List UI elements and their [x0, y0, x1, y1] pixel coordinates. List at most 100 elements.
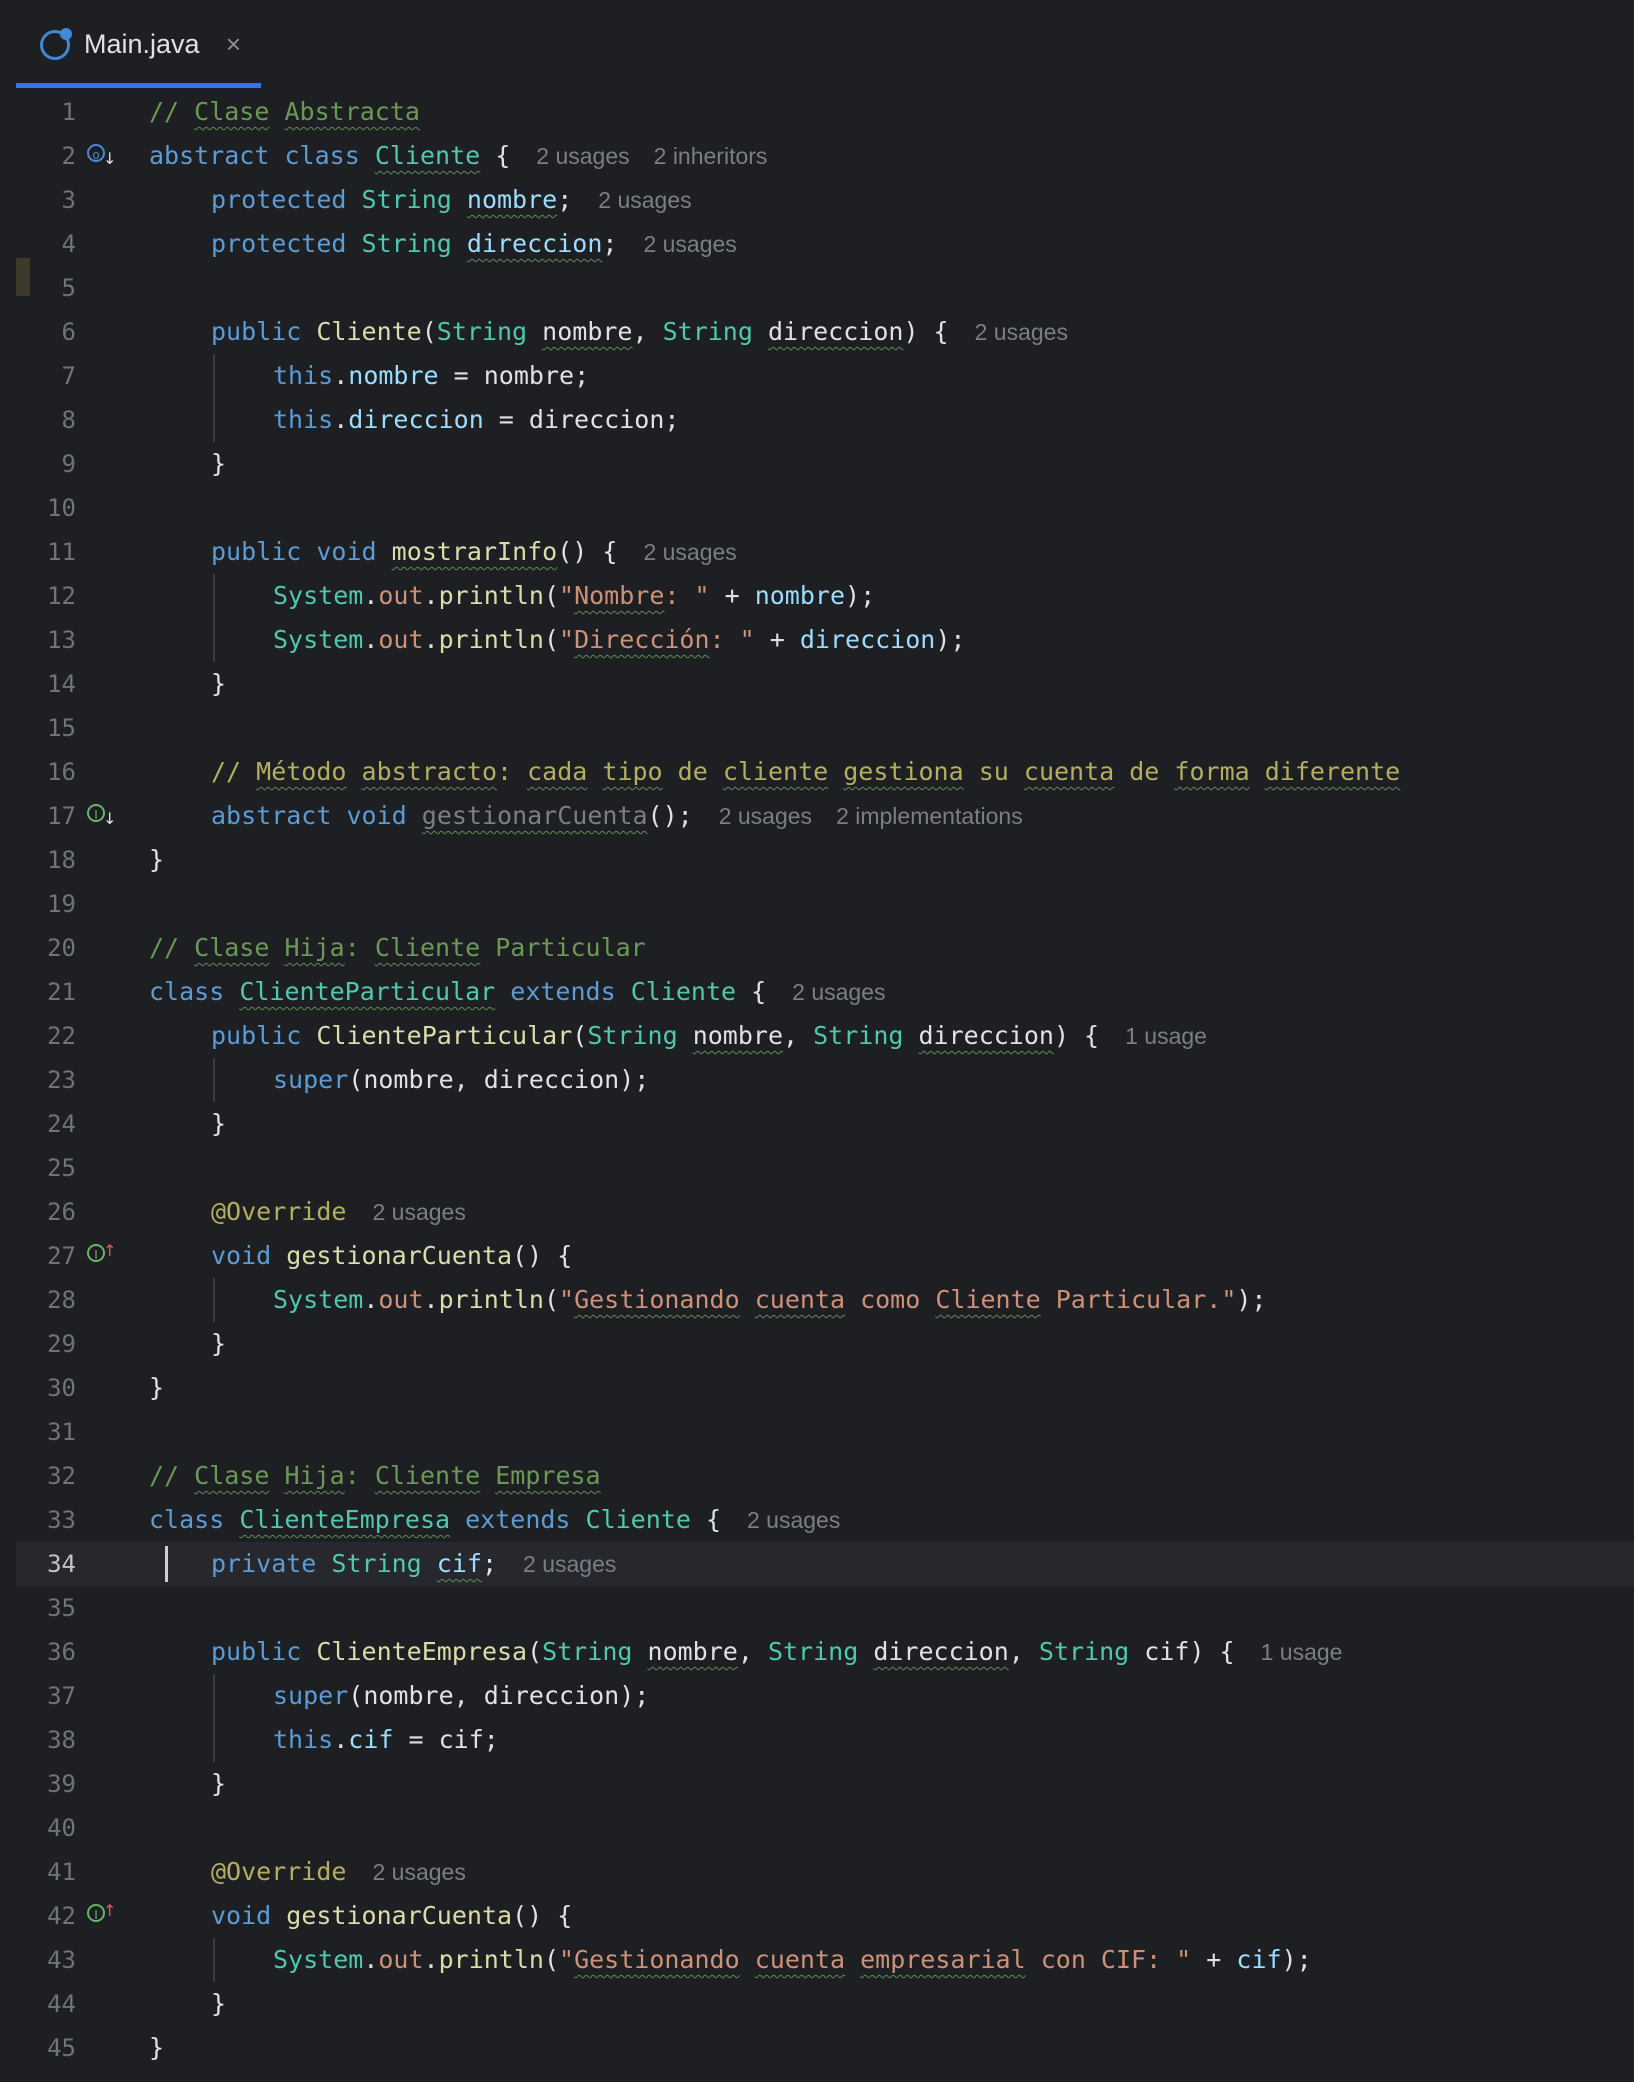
code-text[interactable]	[149, 1806, 1634, 1850]
code-line[interactable]: 9}	[16, 442, 1634, 486]
code-text[interactable]: }	[149, 662, 1634, 706]
code-line[interactable]: 34 private String cif; 2 usages	[16, 1542, 1634, 1586]
code-text[interactable]: System.out.println("Nombre: " + nombre);	[149, 574, 1634, 618]
code-line[interactable]: 13 System.out.println("Dirección: " + dir…	[16, 618, 1634, 662]
code-text[interactable]: System.out.println("Dirección: " + direc…	[149, 618, 1634, 662]
code-text[interactable]	[149, 1586, 1634, 1630]
code-line[interactable]: 32 // Clase Hija: Cliente Empresa	[16, 1454, 1634, 1498]
code-text[interactable]: // Método abstracto: cada tipo de client…	[149, 750, 1634, 794]
code-text[interactable]: super(nombre, direccion);	[149, 1058, 1634, 1102]
code-line[interactable]: 6 public Cliente(String nombre, String di…	[16, 310, 1634, 354]
code-line[interactable]: 45}	[16, 2026, 1634, 2070]
code-text[interactable]: class ClienteParticular extends Cliente …	[149, 970, 1634, 1014]
code-line[interactable]: 35	[16, 1586, 1634, 1630]
code-line[interactable]: 28 System.out.println("Gestionando cuenta…	[16, 1278, 1634, 1322]
code-text[interactable]: }	[149, 2026, 1634, 2070]
code-line[interactable]: 25	[16, 1146, 1634, 1190]
code-line[interactable]: 29}	[16, 1322, 1634, 1366]
usage-hint[interactable]: 2 usages	[975, 319, 1068, 345]
usage-hint[interactable]: 1 usage	[1125, 1023, 1207, 1049]
code-text[interactable]: abstract class Cliente {2 usages 2 inheri…	[149, 134, 1634, 178]
code-text[interactable]: class ClienteEmpresa extends Cliente {2 …	[149, 1498, 1634, 1542]
code-text[interactable]: this.direccion = direccion;	[149, 398, 1634, 442]
code-line[interactable]: 36 public ClienteEmpresa(String nombre, S…	[16, 1630, 1634, 1674]
code-text[interactable]: // Clase Hija: Cliente Empresa	[149, 1454, 1634, 1498]
code-line[interactable]: 24}	[16, 1102, 1634, 1146]
close-icon[interactable]: ×	[226, 29, 241, 60]
code-line[interactable]: 15	[16, 706, 1634, 750]
code-text[interactable]: @Override 2 usages	[149, 1850, 1634, 1894]
code-line[interactable]: 22 public ClienteParticular(String nombre…	[16, 1014, 1634, 1058]
code-text[interactable]: // Clase Hija: Cliente Particular	[149, 926, 1634, 970]
code-line[interactable]: 20 // Clase Hija: Cliente Particular	[16, 926, 1634, 970]
code-text[interactable]: }	[149, 838, 1634, 882]
code-line[interactable]: 40	[16, 1806, 1634, 1850]
code-text[interactable]	[149, 486, 1634, 530]
code-text[interactable]: public ClienteEmpresa(String nombre, Str…	[149, 1630, 1634, 1674]
code-line[interactable]: 2 o ↓ abstract class Cliente {2 usages 2 inh…	[16, 134, 1634, 178]
code-text[interactable]: protected String nombre; 2 usages	[149, 178, 1634, 222]
code-line[interactable]: 7 this.nombre = nombre;	[16, 354, 1634, 398]
code-line[interactable]: 12 System.out.println("Nombre: " + nombre…	[16, 574, 1634, 618]
code-text[interactable]: @Override 2 usages	[149, 1190, 1634, 1234]
code-text[interactable]	[149, 1410, 1634, 1454]
code-line[interactable]: 23 super(nombre, direccion);	[16, 1058, 1634, 1102]
code-line[interactable]: 4 protected String direccion; 2 usages	[16, 222, 1634, 266]
implemented-by-icon[interactable]: I ↓	[87, 804, 116, 828]
code-line[interactable]: 42 I ↑ void gestionarCuenta() {	[16, 1894, 1634, 1938]
code-line[interactable]: 37 super(nombre, direccion);	[16, 1674, 1634, 1718]
usage-hint[interactable]: 2 usages	[643, 231, 736, 257]
code-line[interactable]: 30}	[16, 1366, 1634, 1410]
usage-hint[interactable]: 2 usages	[372, 1859, 465, 1885]
code-line[interactable]: 26 @Override 2 usages	[16, 1190, 1634, 1234]
code-text[interactable]: protected String direccion; 2 usages	[149, 222, 1634, 266]
code-text[interactable]: public void mostrarInfo() {2 usages	[149, 530, 1634, 574]
code-text[interactable]: }	[149, 1322, 1634, 1366]
code-line[interactable]: 10	[16, 486, 1634, 530]
code-text[interactable]	[149, 882, 1634, 926]
usage-hint[interactable]: 2 usages	[792, 979, 885, 1005]
usage-hint[interactable]: 2 usages	[598, 187, 691, 213]
implemented-by-icon[interactable]: o ↓	[87, 144, 116, 168]
code-text[interactable]: public ClienteParticular(String nombre, …	[149, 1014, 1634, 1058]
code-line[interactable]: 33 class ClienteEmpresa extends Cliente {…	[16, 1498, 1634, 1542]
code-line[interactable]: 3 protected String nombre; 2 usages	[16, 178, 1634, 222]
code-text[interactable]: }	[149, 1762, 1634, 1806]
code-text[interactable]: System.out.println("Gestionando cuenta e…	[149, 1938, 1634, 1982]
code-line[interactable]: 18}	[16, 838, 1634, 882]
code-text[interactable]: System.out.println("Gestionando cuenta c…	[149, 1278, 1634, 1322]
code-line[interactable]: 38 this.cif = cif;	[16, 1718, 1634, 1762]
code-line[interactable]: 44}	[16, 1982, 1634, 2026]
usage-hint[interactable]: 2 usages	[372, 1199, 465, 1225]
code-text[interactable]: void gestionarCuenta() {	[149, 1234, 1634, 1278]
code-text[interactable]: // Clase Abstracta	[149, 90, 1634, 134]
code-line[interactable]: 43 System.out.println("Gestionando cuenta…	[16, 1938, 1634, 1982]
code-text[interactable]	[149, 1146, 1634, 1190]
code-text[interactable]: abstract void gestionarCuenta(); 2 usages…	[149, 794, 1634, 838]
usage-hint[interactable]: 1 usage	[1261, 1639, 1343, 1665]
implements-method-icon[interactable]: I ↑	[87, 1241, 116, 1266]
usage-hint[interactable]: 2 usages	[719, 803, 812, 829]
code-text[interactable]: this.cif = cif;	[149, 1718, 1634, 1762]
usage-hint[interactable]: 2 usages	[643, 539, 736, 565]
code-line[interactable]: 16 // Método abstracto: cada tipo de clie…	[16, 750, 1634, 794]
code-text[interactable]: }	[149, 1366, 1634, 1410]
code-text[interactable]: }	[149, 442, 1634, 486]
code-text[interactable]: private String cif; 2 usages	[149, 1542, 1634, 1586]
usage-hint[interactable]: 2 usages	[747, 1507, 840, 1533]
code-line[interactable]: 19	[16, 882, 1634, 926]
code-line[interactable]: 21 class ClienteParticular extends Client…	[16, 970, 1634, 1014]
code-line[interactable]: 5	[16, 266, 1634, 310]
code-text[interactable]: }	[149, 1102, 1634, 1146]
code-text[interactable]	[149, 266, 1634, 310]
code-text[interactable]: }	[149, 1982, 1634, 2026]
code-line[interactable]: 8 this.direccion = direccion;	[16, 398, 1634, 442]
code-line[interactable]: 39}	[16, 1762, 1634, 1806]
code-line[interactable]: 41 @Override 2 usages	[16, 1850, 1634, 1894]
implements-method-icon[interactable]: I ↑	[87, 1901, 116, 1926]
code-text[interactable]: public Cliente(String nombre, String dir…	[149, 310, 1634, 354]
code-line[interactable]: 11 public void mostrarInfo() {2 usages	[16, 530, 1634, 574]
code-editor[interactable]: 1 // Clase Abstracta 2 o ↓ abstract class Cli…	[16, 90, 1634, 2082]
tab-main-java[interactable]: Main.java ×	[16, 6, 261, 88]
usage-hint[interactable]: 2 usages	[536, 143, 629, 169]
